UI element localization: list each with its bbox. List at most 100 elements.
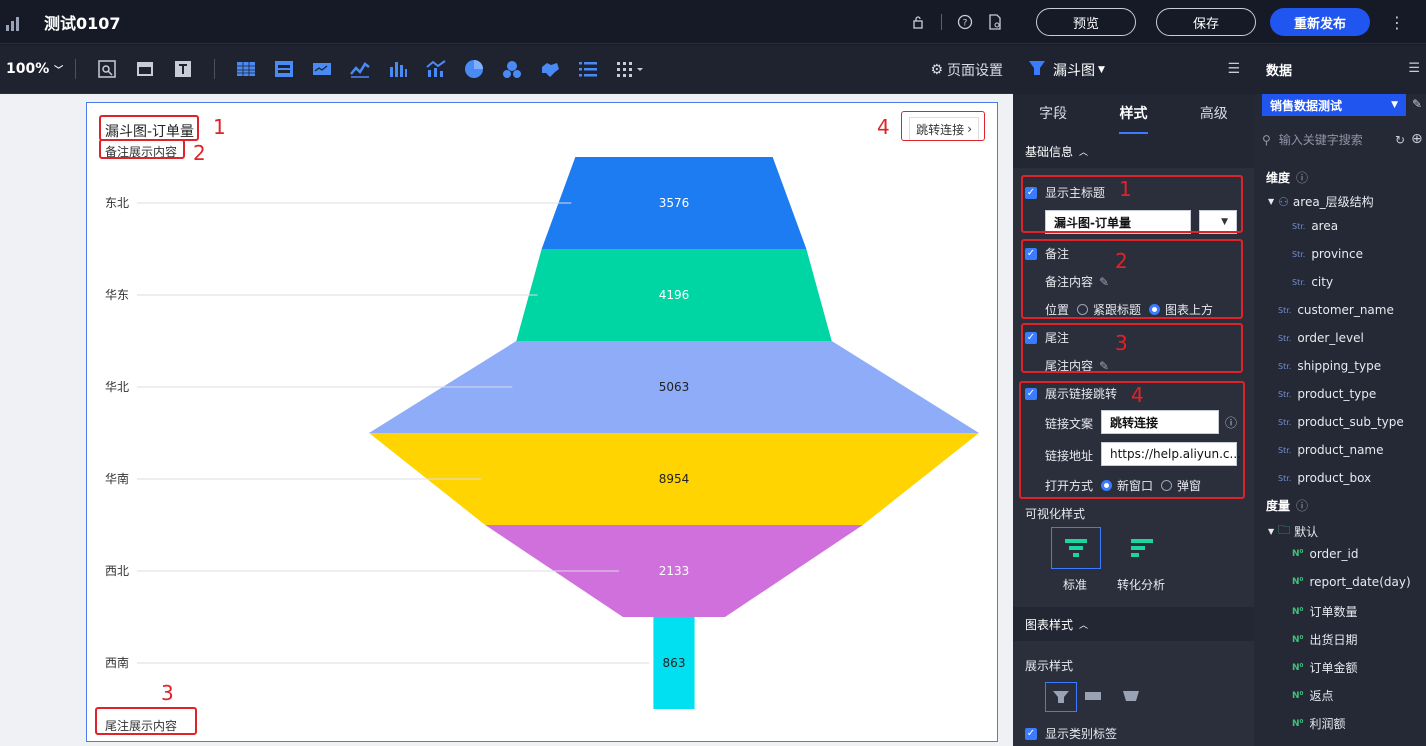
- text-icon[interactable]: [172, 58, 194, 80]
- info-icon[interactable]: ⓘ: [1296, 497, 1308, 514]
- data-panel: 数据 ☰ 销售数据测试 ▼ ✎ ⚲ 输入关键字搜索 ↻ ⊕ 维度 ⓘ ▼ ⚇ a…: [1254, 45, 1426, 746]
- string-type-icon: Str.: [1278, 361, 1292, 371]
- section-chart-style[interactable]: 图表样式 ︿: [1013, 607, 1254, 641]
- display-style-rect[interactable]: [1085, 690, 1103, 702]
- collapse-data-panel-icon[interactable]: ☰: [1408, 61, 1420, 76]
- measure-item[interactable]: N⁰ 订单数量: [1292, 603, 1358, 620]
- refresh-icon[interactable]: ↻: [1395, 133, 1405, 147]
- republish-button[interactable]: 重新发布: [1270, 8, 1370, 36]
- field-label: customer_name: [1297, 303, 1394, 317]
- hierarchy-item[interactable]: ▼ ⚇ area_层级结构: [1268, 193, 1374, 210]
- line-chart-icon[interactable]: [349, 58, 371, 80]
- field-item[interactable]: Str. customer_name: [1278, 303, 1394, 317]
- viz-standard-option[interactable]: [1051, 527, 1101, 569]
- search-placeholder: 输入关键字搜索: [1278, 133, 1363, 147]
- number-type-icon: N⁰: [1292, 577, 1304, 587]
- measure-item[interactable]: N⁰ 订单金额: [1292, 659, 1358, 676]
- display-style-trapezoid[interactable]: [1123, 690, 1141, 702]
- preview-button[interactable]: 预览: [1036, 8, 1136, 36]
- app-logo-icon[interactable]: [6, 13, 24, 31]
- viz-standard-label: 标准: [1063, 578, 1088, 592]
- measure-item[interactable]: N⁰ 出货日期: [1292, 631, 1358, 648]
- search-icon: ⚲: [1262, 132, 1271, 147]
- page-settings-button[interactable]: ⚙ 页面设置: [930, 60, 1003, 80]
- string-type-icon: Str.: [1278, 445, 1292, 455]
- collapse-panel-icon[interactable]: ☰: [1227, 61, 1240, 77]
- field-label: product_sub_type: [1297, 415, 1404, 429]
- measure-item[interactable]: N⁰ report_date(day): [1292, 575, 1411, 589]
- map-icon[interactable]: [539, 58, 561, 80]
- chart-type-label: 漏斗图: [1053, 62, 1095, 79]
- measure-field-label: order_id: [1309, 547, 1359, 561]
- zoom-select[interactable]: 100% ﹀: [6, 61, 63, 77]
- funnel-chart-card[interactable]: 3576 东北 4196 华东 5063 华北 8954 华南 2133 西北 863 西南 漏斗图-…: [86, 102, 998, 742]
- caret-down-icon: ▼: [1268, 197, 1275, 206]
- number-type-icon: N⁰: [1292, 662, 1304, 673]
- field-item[interactable]: Str. province: [1292, 247, 1363, 261]
- field-search[interactable]: ⚲ 输入关键字搜索: [1262, 131, 1363, 148]
- funnel-value-label: 5063: [659, 380, 690, 394]
- more-vertical-icon[interactable]: ⋮: [1388, 13, 1406, 32]
- info-icon[interactable]: ⓘ: [1296, 169, 1308, 186]
- measure-item[interactable]: N⁰ 返点: [1292, 687, 1334, 704]
- section-basic-info[interactable]: 基础信息 ︿: [1013, 134, 1254, 168]
- measure-item[interactable]: N⁰ order_id: [1292, 547, 1358, 561]
- field-item[interactable]: Str. city: [1292, 275, 1333, 289]
- annotation-box-3: [1021, 323, 1243, 373]
- field-label: area: [1311, 219, 1339, 233]
- string-type-icon: Str.: [1278, 305, 1292, 315]
- save-button[interactable]: 保存: [1156, 8, 1256, 36]
- field-item[interactable]: Str. product_sub_type: [1278, 415, 1404, 429]
- indicator-icon[interactable]: [311, 58, 333, 80]
- field-item[interactable]: Str. product_box: [1278, 471, 1371, 485]
- field-item[interactable]: Str. product_name: [1278, 443, 1384, 457]
- show-category-label-text: 显示类别标签: [1045, 727, 1118, 741]
- table-chart-icon[interactable]: [235, 58, 257, 80]
- kpi-card-icon[interactable]: [273, 58, 295, 80]
- bubble-chart-icon[interactable]: [501, 58, 523, 80]
- funnel-chart: 3576 东北 4196 华东 5063 华北 8954 华南 2133 西北 863 西南: [105, 157, 979, 709]
- field-label: product_box: [1297, 471, 1372, 485]
- viz-conversion-label: 转化分析: [1117, 578, 1166, 592]
- chevron-down-icon: ﹀: [54, 66, 64, 76]
- annotation-number-3: 3: [161, 681, 174, 705]
- document-settings-icon[interactable]: [986, 13, 1004, 31]
- funnel-value-label: 8954: [659, 472, 690, 486]
- field-label: product_name: [1297, 443, 1384, 457]
- add-field-icon[interactable]: ⊕: [1411, 131, 1423, 147]
- tab-advanced[interactable]: 高级: [1174, 94, 1254, 134]
- field-item[interactable]: Str. product_type: [1278, 387, 1376, 401]
- help-icon[interactable]: ?: [956, 13, 974, 31]
- query-control-icon[interactable]: [96, 58, 118, 80]
- dataset-select[interactable]: 销售数据测试 ▼: [1262, 94, 1406, 116]
- field-item[interactable]: Str. shipping_type: [1278, 359, 1381, 373]
- component-toolbar: 100% ﹀ ⚙ 页面设置: [0, 45, 1013, 94]
- svg-text:?: ?: [963, 19, 968, 29]
- lock-icon[interactable]: [909, 13, 927, 31]
- funnel-value-label: 863: [663, 656, 686, 670]
- style-config-panel: 漏斗图 ▼ ☰ 字段 样式 高级 基础信息 ︿ ✓ 显示主标题 漏斗图-订单量 …: [1013, 45, 1254, 746]
- measure-item[interactable]: N⁰ 利润额: [1292, 715, 1346, 732]
- gear-icon: ⚙: [930, 62, 943, 78]
- more-components-icon[interactable]: [615, 58, 647, 80]
- tab-fields[interactable]: 字段: [1013, 94, 1093, 134]
- field-item[interactable]: Str. order_level: [1278, 331, 1364, 345]
- show-category-label-row[interactable]: ✓ 显示类别标签: [1025, 725, 1117, 742]
- bar-chart-icon[interactable]: [387, 58, 409, 80]
- pie-chart-icon[interactable]: [463, 58, 485, 80]
- viz-conversion-option[interactable]: [1117, 527, 1167, 569]
- display-style-funnel[interactable]: [1045, 682, 1077, 712]
- tab-container-icon[interactable]: [134, 58, 156, 80]
- page-settings-label: 页面设置: [947, 63, 1003, 79]
- combo-chart-icon[interactable]: [425, 58, 447, 80]
- edit-dataset-icon[interactable]: ✎: [1412, 97, 1422, 111]
- measure-folder[interactable]: ▼ 🗀 默认: [1268, 521, 1318, 542]
- list-icon[interactable]: [577, 58, 599, 80]
- category-label: 华北: [105, 380, 129, 394]
- show-category-label-checkbox[interactable]: ✓: [1025, 727, 1037, 740]
- dashboard-title[interactable]: 测试0107: [44, 10, 121, 34]
- tab-style[interactable]: 样式: [1093, 94, 1173, 134]
- chart-type-selector[interactable]: 漏斗图 ▼ ☰: [1013, 45, 1254, 94]
- divider: [214, 59, 216, 79]
- field-item[interactable]: Str. area: [1292, 219, 1338, 233]
